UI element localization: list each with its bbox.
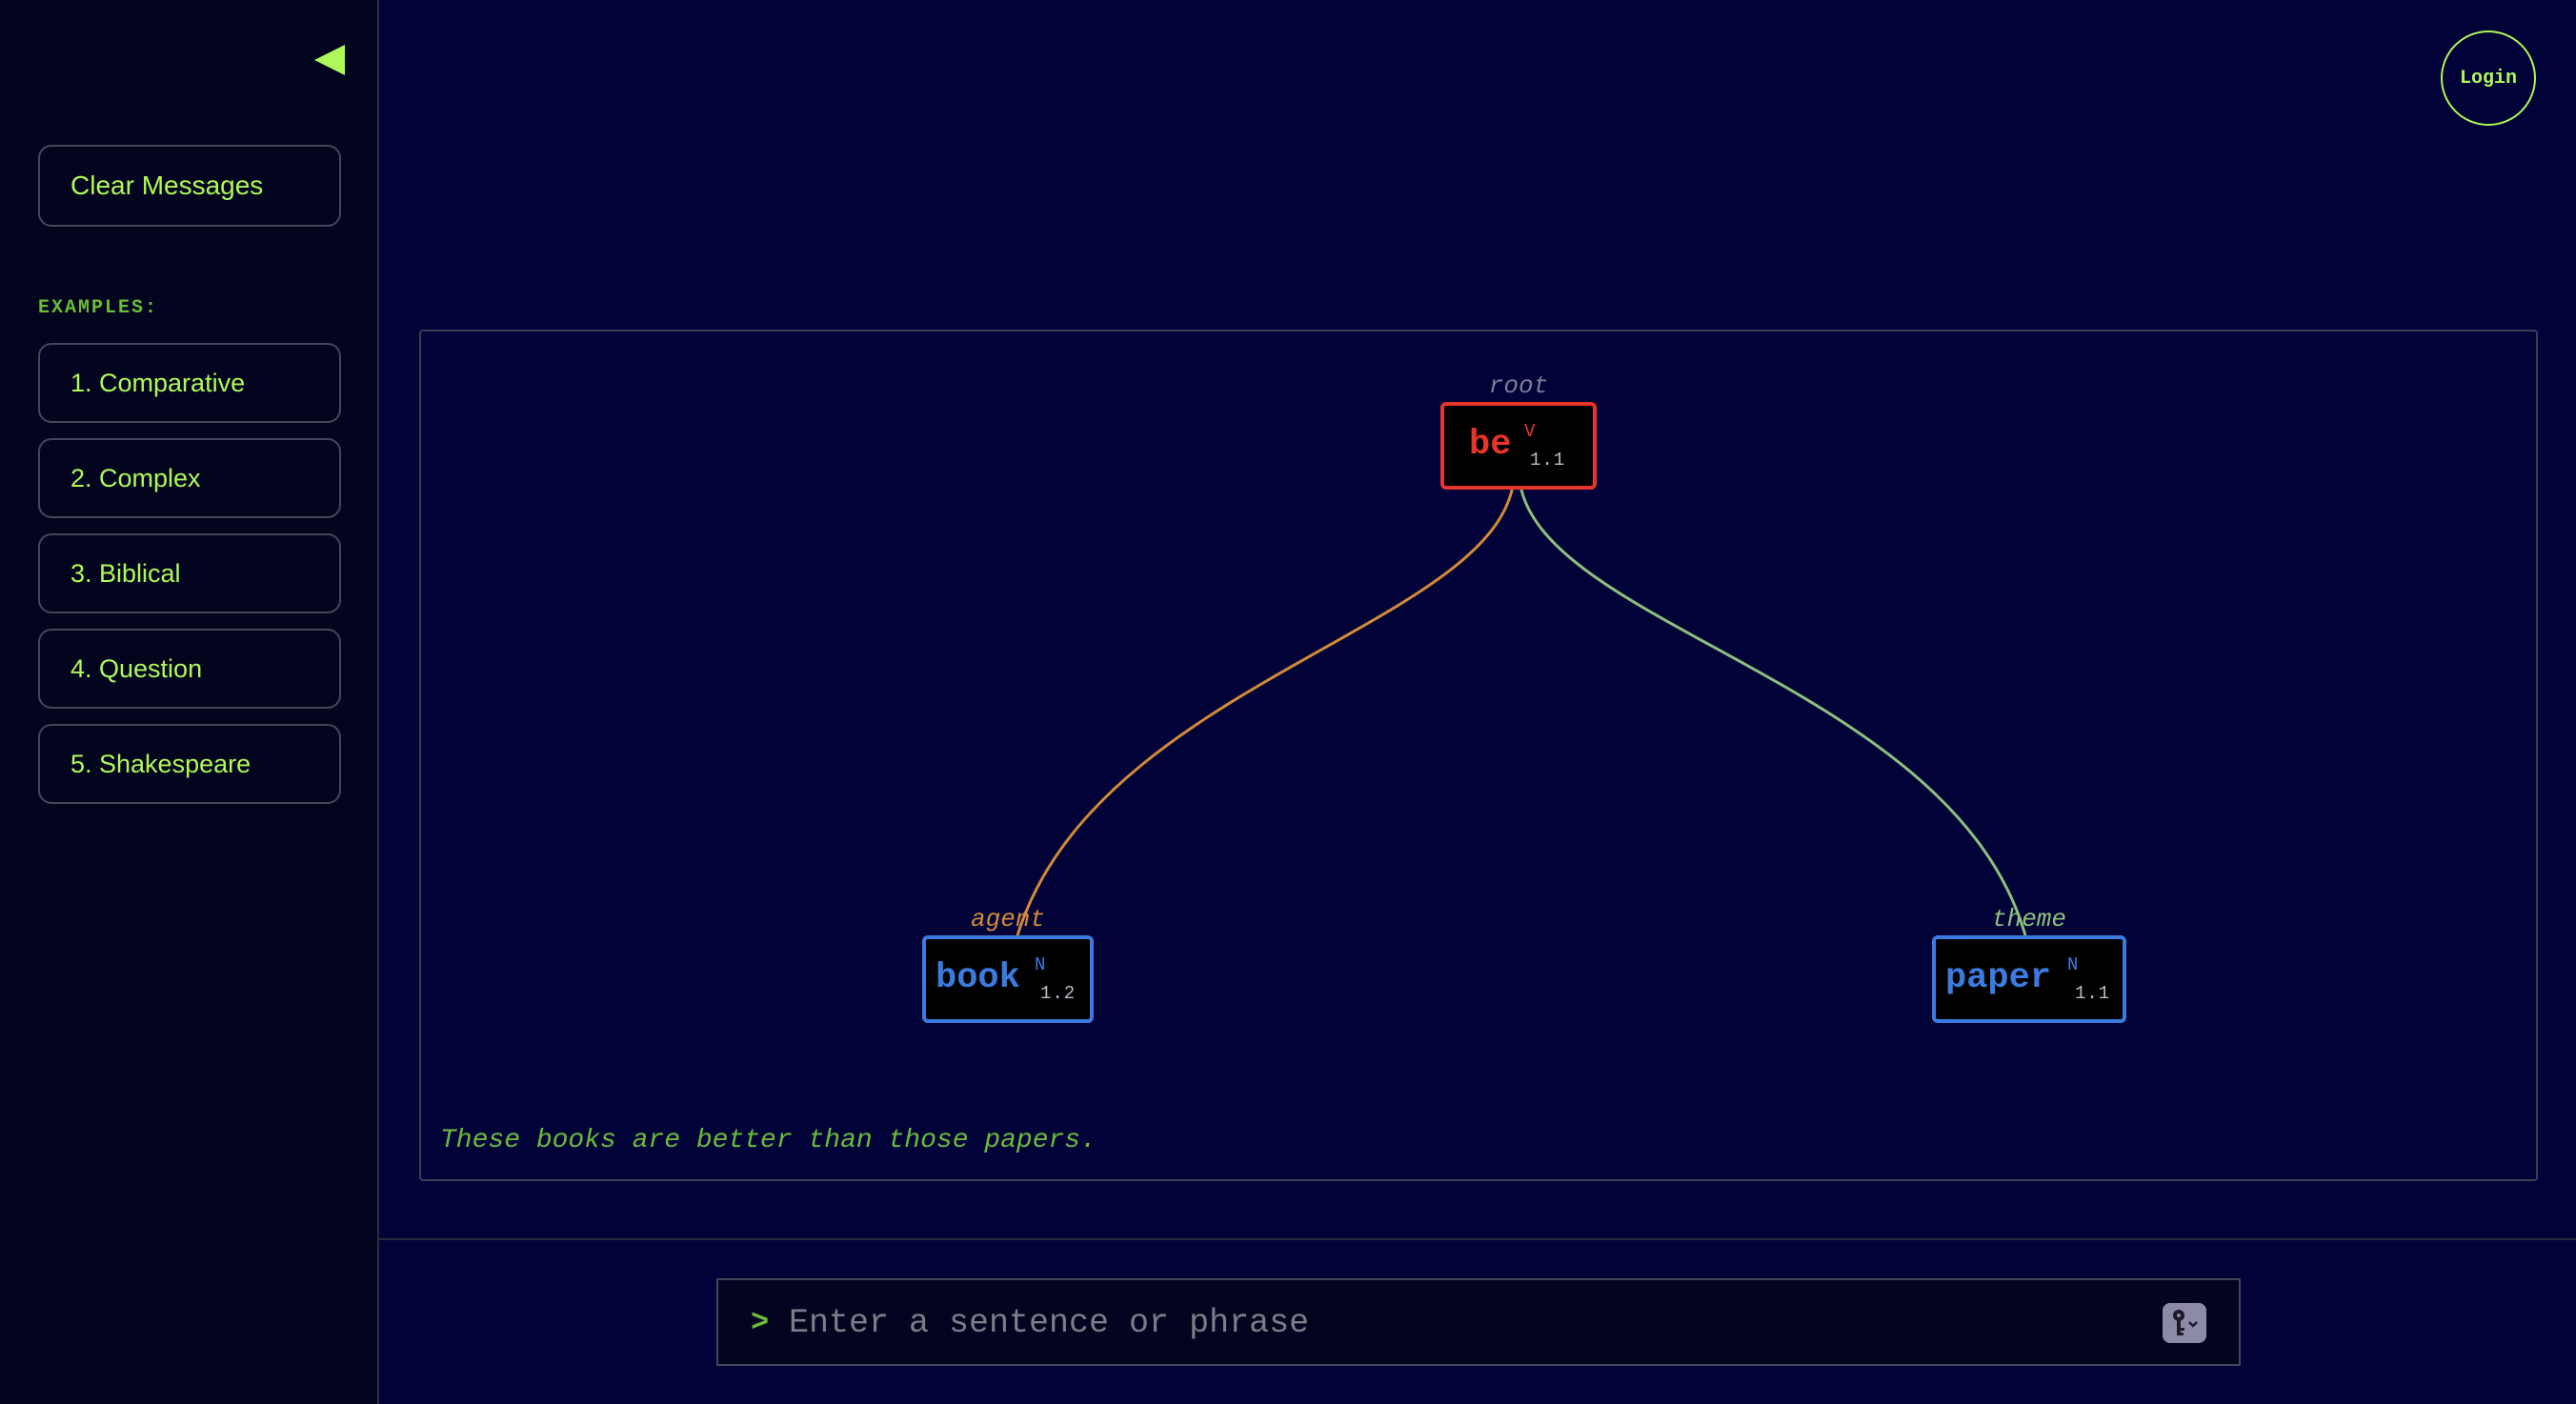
divider	[379, 1238, 2576, 1240]
sidebar: Clear Messages EXAMPLES: 1. Comparative …	[0, 0, 379, 1404]
parsed-sentence: These books are better than those papers…	[440, 1126, 1097, 1155]
example-button-shakespeare[interactable]: 5. Shakespeare	[38, 724, 341, 804]
key-icon[interactable]	[2163, 1303, 2206, 1343]
node-word: be	[1469, 425, 1512, 465]
node-sense: 1.2	[1040, 983, 1077, 1004]
sentence-input-bar: >	[716, 1278, 2241, 1366]
node-pos-tag: N	[2067, 954, 2079, 975]
root-label: root	[1488, 371, 1549, 400]
graph-node-be[interactable]: be V 1.1	[1440, 402, 1597, 490]
node-word: book	[936, 958, 1020, 998]
example-button-comparative[interactable]: 1. Comparative	[38, 343, 341, 423]
node-word: paper	[1945, 958, 2052, 998]
triangle-left-icon[interactable]	[312, 44, 347, 76]
example-button-biblical[interactable]: 3. Biblical	[38, 533, 341, 613]
login-button[interactable]: Login	[2441, 30, 2536, 126]
graph-node-book[interactable]: book N 1.2	[922, 935, 1094, 1023]
node-sense: 1.1	[2075, 983, 2111, 1004]
graph-node-paper[interactable]: paper N 1.1	[1932, 935, 2126, 1023]
sentence-input[interactable]	[787, 1294, 2105, 1353]
node-pos-tag: V	[1524, 421, 1536, 442]
example-button-question[interactable]: 4. Question	[38, 629, 341, 709]
prompt-symbol: >	[751, 1305, 770, 1340]
edge-label-theme: theme	[1991, 905, 2066, 933]
node-pos-tag: N	[1035, 954, 1046, 975]
examples-heading: EXAMPLES:	[38, 297, 159, 319]
example-button-complex[interactable]: 2. Complex	[38, 438, 341, 518]
node-sense: 1.1	[1530, 450, 1566, 471]
edge-label-agent: agent	[970, 905, 1045, 933]
clear-messages-button[interactable]: Clear Messages	[38, 145, 341, 227]
